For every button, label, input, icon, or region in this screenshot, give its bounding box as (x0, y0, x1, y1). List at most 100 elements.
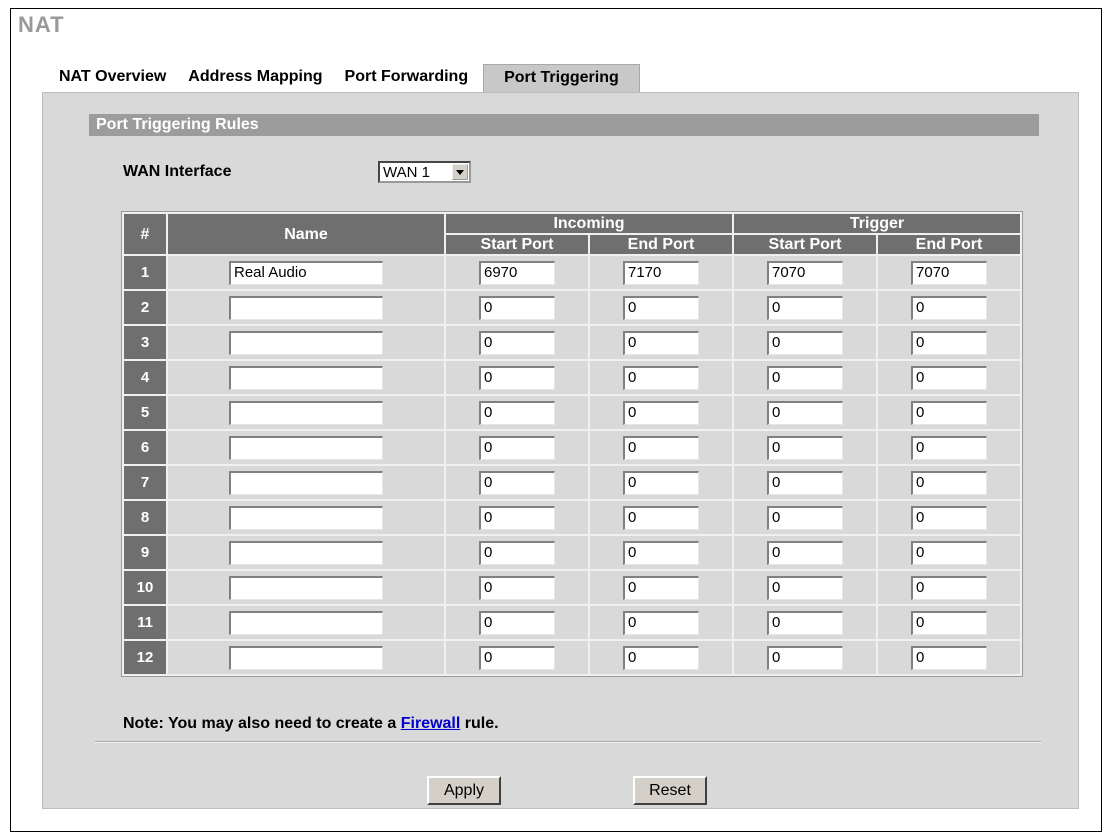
incoming-end-port-field[interactable]: 0 (623, 540, 699, 565)
column-group-incoming: Incoming (446, 214, 732, 233)
note-suffix: rule. (460, 715, 499, 732)
name-field[interactable] (229, 610, 383, 635)
trigger-end-port-field[interactable]: 0 (911, 365, 987, 390)
table-cell: 0 (446, 571, 588, 604)
tab-port-forwarding[interactable]: Port Forwarding (334, 64, 480, 90)
chevron-down-icon[interactable] (452, 164, 468, 180)
trigger-start-port-field[interactable]: 0 (767, 540, 843, 565)
trigger-end-port-field[interactable]: 0 (911, 435, 987, 460)
trigger-start-port-field[interactable]: 0 (767, 645, 843, 670)
incoming-start-port-field[interactable]: 0 (479, 540, 555, 565)
table-cell (168, 396, 444, 429)
port-triggering-table: # Name Incoming Trigger Start Port End P… (121, 211, 1023, 677)
trigger-start-port-field[interactable]: 0 (767, 330, 843, 355)
tab-bar: NAT Overview Address Mapping Port Forwar… (48, 64, 640, 93)
name-field[interactable] (229, 400, 383, 425)
trigger-start-port-field[interactable]: 0 (767, 400, 843, 425)
incoming-end-port-field[interactable]: 0 (623, 505, 699, 530)
trigger-start-port-field[interactable]: 0 (767, 365, 843, 390)
incoming-end-port-field[interactable]: 7170 (623, 260, 699, 285)
table-cell: 0 (590, 536, 732, 569)
trigger-start-port-field[interactable]: 0 (767, 295, 843, 320)
firewall-link[interactable]: Firewall (401, 715, 461, 732)
tab-nat-overview[interactable]: NAT Overview (48, 64, 177, 90)
incoming-start-port-field[interactable]: 0 (479, 435, 555, 460)
trigger-start-port-field[interactable]: 0 (767, 435, 843, 460)
column-group-trigger: Trigger (734, 214, 1020, 233)
incoming-start-port-field[interactable]: 0 (479, 330, 555, 355)
incoming-start-port-field[interactable]: 6970 (479, 260, 555, 285)
apply-button[interactable]: Apply (427, 776, 501, 805)
page-title: NAT (18, 12, 65, 37)
name-field[interactable] (229, 330, 383, 355)
trigger-end-port-field[interactable]: 0 (911, 505, 987, 530)
reset-button[interactable]: Reset (633, 776, 707, 805)
name-field[interactable] (229, 645, 383, 670)
rule-rows: 1 Real Audio 6970 7170 7070 7070 2 0 0 0 0 3 0 0 0 0 4 0 0… (124, 256, 1020, 674)
incoming-start-port-field[interactable]: 0 (479, 400, 555, 425)
incoming-start-port-field[interactable]: 0 (479, 470, 555, 495)
name-field[interactable] (229, 295, 383, 320)
row-number: 5 (124, 396, 166, 429)
table-cell (168, 466, 444, 499)
incoming-end-port-field[interactable]: 0 (623, 435, 699, 460)
incoming-start-port-field[interactable]: 0 (479, 575, 555, 600)
trigger-end-port-field[interactable]: 0 (911, 330, 987, 355)
incoming-end-port-field[interactable]: 0 (623, 365, 699, 390)
name-field[interactable] (229, 575, 383, 600)
trigger-end-port-field[interactable]: 0 (911, 610, 987, 635)
trigger-end-port-field[interactable]: 0 (911, 470, 987, 495)
table-cell: 0 (446, 501, 588, 534)
incoming-end-port-field[interactable]: 0 (623, 400, 699, 425)
table-cell: 0 (446, 606, 588, 639)
content-panel: Port Triggering Rules WAN Interface WAN … (42, 92, 1079, 809)
table-row: 5 0 0 0 0 (124, 396, 1020, 429)
tab-port-triggering[interactable]: Port Triggering (483, 64, 640, 93)
name-field[interactable] (229, 365, 383, 390)
incoming-end-port-field[interactable]: 0 (623, 330, 699, 355)
table-cell: 0 (734, 291, 876, 324)
name-field[interactable] (229, 505, 383, 530)
row-number: 3 (124, 326, 166, 359)
wan-interface-select[interactable]: WAN 1 (378, 161, 471, 183)
incoming-end-port-field[interactable]: 0 (623, 295, 699, 320)
column-header-incoming-end-port: End Port (590, 235, 732, 254)
incoming-end-port-field[interactable]: 0 (623, 470, 699, 495)
table-cell: 0 (734, 431, 876, 464)
incoming-start-port-field[interactable]: 0 (479, 610, 555, 635)
table-cell (168, 606, 444, 639)
row-number: 7 (124, 466, 166, 499)
name-field[interactable] (229, 470, 383, 495)
table-cell: 0 (590, 361, 732, 394)
table-row: 8 0 0 0 0 (124, 501, 1020, 534)
name-field[interactable]: Real Audio (229, 260, 383, 285)
trigger-end-port-field[interactable]: 0 (911, 575, 987, 600)
trigger-start-port-field[interactable]: 0 (767, 470, 843, 495)
trigger-end-port-field[interactable]: 0 (911, 295, 987, 320)
row-number: 11 (124, 606, 166, 639)
table-row: 12 0 0 0 0 (124, 641, 1020, 674)
incoming-start-port-field[interactable]: 0 (479, 365, 555, 390)
name-field[interactable] (229, 540, 383, 565)
incoming-start-port-field[interactable]: 0 (479, 505, 555, 530)
trigger-start-port-field[interactable]: 0 (767, 575, 843, 600)
table-cell: 0 (734, 606, 876, 639)
table-cell: 0 (878, 606, 1020, 639)
column-header-num: # (124, 214, 166, 254)
table-row: 6 0 0 0 0 (124, 431, 1020, 464)
trigger-end-port-field[interactable]: 0 (911, 400, 987, 425)
trigger-start-port-field[interactable]: 0 (767, 505, 843, 530)
trigger-start-port-field[interactable]: 7070 (767, 260, 843, 285)
trigger-end-port-field[interactable]: 0 (911, 645, 987, 670)
incoming-end-port-field[interactable]: 0 (623, 575, 699, 600)
incoming-start-port-field[interactable]: 0 (479, 645, 555, 670)
incoming-start-port-field[interactable]: 0 (479, 295, 555, 320)
trigger-end-port-field[interactable]: 7070 (911, 260, 987, 285)
trigger-end-port-field[interactable]: 0 (911, 540, 987, 565)
table-cell: 0 (878, 361, 1020, 394)
trigger-start-port-field[interactable]: 0 (767, 610, 843, 635)
incoming-end-port-field[interactable]: 0 (623, 610, 699, 635)
name-field[interactable] (229, 435, 383, 460)
tab-address-mapping[interactable]: Address Mapping (177, 64, 333, 90)
incoming-end-port-field[interactable]: 0 (623, 645, 699, 670)
